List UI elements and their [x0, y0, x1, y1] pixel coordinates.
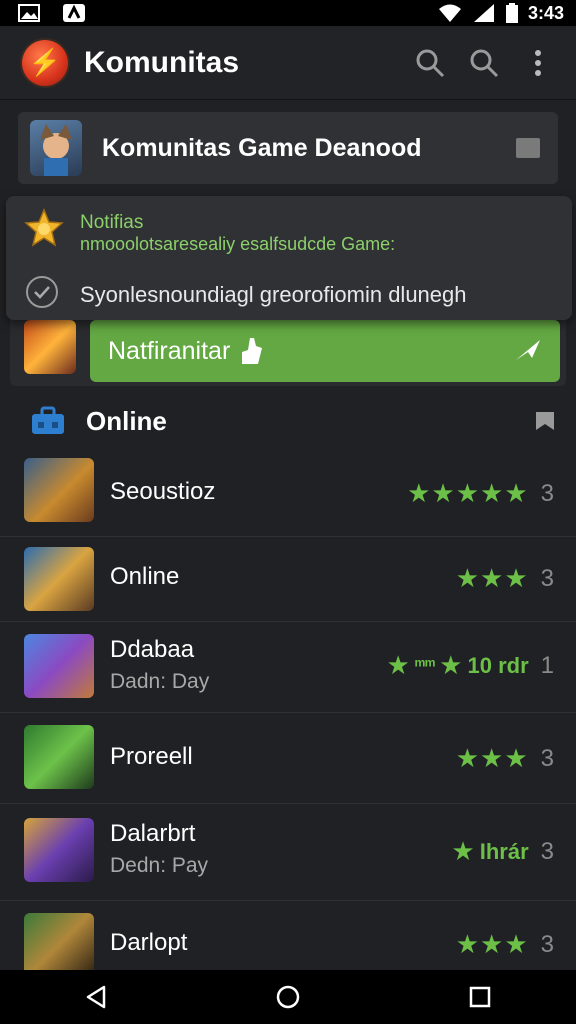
- game-rating: ★ ᵐᵐ ★ 10 rdr 1: [386, 650, 554, 680]
- game-thumbnail: [24, 818, 94, 882]
- hand-icon: [242, 338, 263, 364]
- game-title: Seoustioz: [110, 478, 216, 505]
- notification-title: Notifias: [80, 212, 144, 233]
- search-icon: [416, 49, 445, 77]
- search-icon: [470, 49, 499, 77]
- rating-stars: ★: [451, 836, 476, 866]
- notification-popup[interactable]: Notifias nmooolotsaresealiy esalfsudcde …: [6, 196, 572, 320]
- app-title: Komunitas: [84, 45, 240, 79]
- featured-action-button[interactable]: Natfiranitar: [90, 320, 560, 382]
- game-thumbnail: [24, 547, 94, 611]
- game-subtitle: Dadn: Day: [110, 670, 210, 693]
- list-item[interactable]: Online ★★★ 3: [0, 537, 576, 622]
- banner-badge-icon: [516, 138, 540, 158]
- back-icon: [86, 985, 106, 1009]
- rating-count: 1: [540, 651, 554, 679]
- rating-stars: ★: [386, 650, 411, 680]
- rating-stars: ★: [439, 650, 464, 680]
- game-list: Seoustioz ★★★★★ 3 Online ★★★ 3 Ddabaa Da…: [0, 448, 576, 981]
- rating-stars: ★★★★★: [407, 478, 529, 508]
- status-bar: 3:43: [0, 0, 576, 26]
- game-title: Proreell: [110, 743, 193, 770]
- rating-text: 10 rdr: [467, 652, 529, 678]
- rating-count: 3: [540, 837, 554, 865]
- featured-action-card: Natfiranitar: [10, 312, 566, 386]
- list-item[interactable]: Seoustioz ★★★★★ 3: [0, 448, 576, 537]
- home-button[interactable]: [268, 977, 308, 1017]
- gallery-icon: [18, 4, 40, 22]
- game-title: Darlopt: [110, 929, 188, 956]
- list-item[interactable]: Ddabaa Dadn: Day ★ ᵐᵐ ★ 10 rdr 1: [0, 622, 576, 713]
- game-rating: ★★★ 3: [456, 563, 554, 594]
- app-notification-icon: [63, 4, 85, 22]
- game-thumbnail: [24, 913, 94, 977]
- signal-icon: [473, 4, 494, 22]
- section-header-online: Online: [0, 396, 576, 446]
- rating-stars: ★★★: [455, 929, 529, 959]
- toolbox-icon: [32, 406, 64, 434]
- home-icon: [276, 985, 300, 1009]
- community-banner[interactable]: Komunitas Game Deanood: [18, 112, 558, 184]
- game-thumbnail: [24, 634, 94, 698]
- app-logo-icon: ⚡: [22, 39, 68, 86]
- game-title: Ddabaa: [110, 636, 195, 663]
- search-button-secondary[interactable]: [464, 43, 504, 83]
- send-icon: [516, 340, 540, 360]
- banner-title: Komunitas Game Deanood: [102, 133, 422, 162]
- game-subtitle: Dedn: Pay: [110, 854, 209, 877]
- recents-button[interactable]: [460, 977, 500, 1017]
- featured-game-thumbnail: [24, 320, 76, 374]
- more-vert-icon: [535, 49, 541, 76]
- notification-text: nmooolotsaresealiy esalfsudcde Game:: [80, 234, 396, 254]
- game-title: Dalarbrt: [110, 820, 196, 847]
- app-bar: ⚡ Komunitas: [0, 26, 576, 100]
- banner-avatar: [30, 120, 82, 176]
- game-thumbnail: [24, 725, 94, 789]
- rating-count: 3: [540, 744, 554, 772]
- battery-icon: [505, 3, 518, 23]
- game-rating: ★ Ihrár 3: [451, 836, 554, 867]
- list-item[interactable]: Dalarbrt Dedn: Pay ★ Ihrár 3: [0, 804, 576, 901]
- check-icon[interactable]: [26, 276, 58, 308]
- search-button[interactable]: [410, 43, 450, 83]
- rating-text: Ihrár: [479, 838, 529, 864]
- wifi-icon: [438, 4, 461, 22]
- pin-icon[interactable]: [534, 410, 556, 432]
- notification-subtext: Syonlesnoundiagl greorofiomin dlunegh: [80, 282, 467, 307]
- game-rating: ★★★ 3: [456, 929, 554, 960]
- rating-stars: ★★★: [455, 563, 529, 593]
- rating-count: 3: [540, 930, 554, 958]
- list-item[interactable]: Darlopt ★★★ 3: [0, 901, 576, 981]
- overflow-menu-button[interactable]: [518, 43, 558, 83]
- rating-stars: ★★★: [455, 743, 529, 773]
- game-title: Online: [110, 563, 180, 590]
- recents-icon: [469, 986, 491, 1008]
- star-badge-icon: [24, 208, 64, 247]
- game-rating: ★★★★★ 3: [407, 478, 554, 509]
- back-button[interactable]: [76, 977, 116, 1017]
- featured-action-label: Natfiranitar: [108, 336, 231, 365]
- game-thumbnail: [24, 458, 94, 522]
- list-item[interactable]: Proreell ★★★ 3: [0, 713, 576, 804]
- section-title: Online: [86, 405, 167, 436]
- rating-count: 3: [540, 564, 554, 592]
- game-rating: ★★★ 3: [456, 743, 554, 774]
- status-time: 3:43: [527, 2, 564, 23]
- rating-count: 3: [540, 479, 554, 507]
- system-navigation-bar: [0, 970, 576, 1024]
